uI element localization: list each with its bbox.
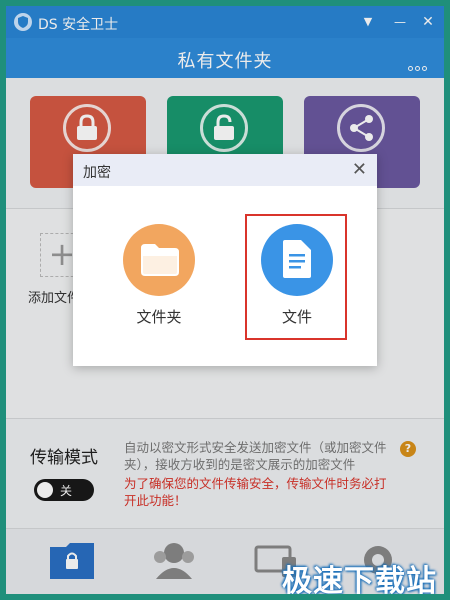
encrypt-folder-option[interactable]: 文件夹 [109, 194, 209, 344]
dialog-close-icon[interactable]: ✕ [352, 159, 367, 180]
watermark: 极速下载站 [282, 564, 437, 594]
dialog-header: 加密 ✕ [73, 154, 377, 186]
encrypt-dialog: 加密 ✕ 文件夹 文件 [73, 154, 377, 366]
selection-highlight [245, 214, 347, 340]
folder-option-label: 文件夹 [136, 308, 182, 326]
dialog-title: 加密 [83, 165, 111, 181]
folder-icon [123, 224, 195, 296]
app-window: DS 安全卫士 ▼ — ✕ 私有文件夹 + 添加文件 传输模式 关 自动以密文形… [6, 6, 444, 594]
